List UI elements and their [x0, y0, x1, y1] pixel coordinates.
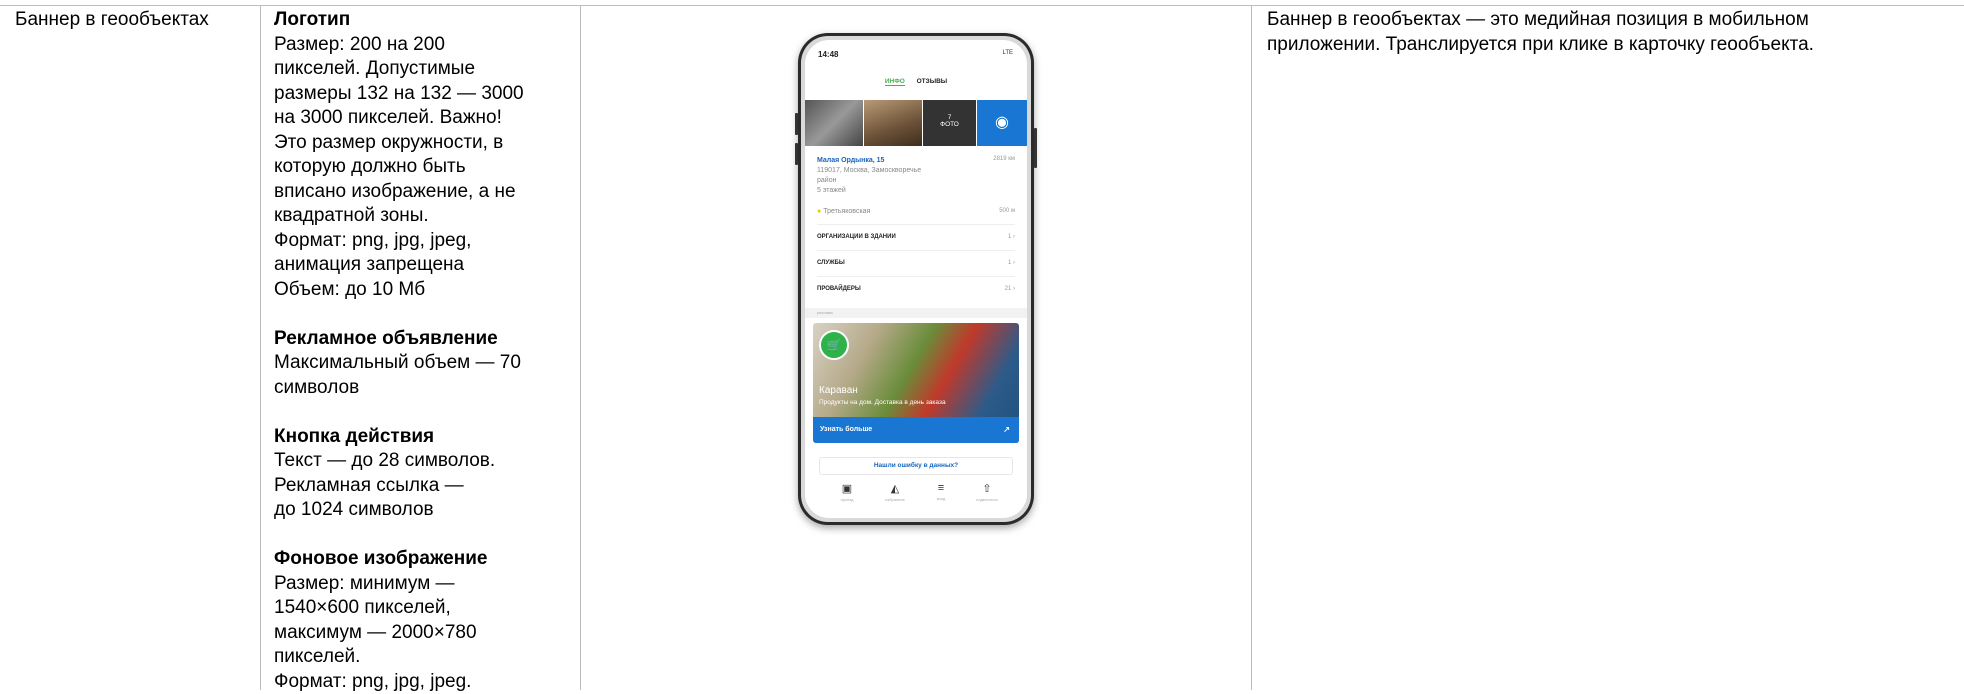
photo-label: ФОТО — [940, 121, 959, 128]
logo-line: квадратной зоны. — [274, 204, 524, 229]
description-cell: Баннер в геообъектах — это медийная пози… — [1267, 8, 1814, 57]
column-divider — [1251, 5, 1252, 690]
geo-banner[interactable]: 🛒 Караван Продукты на дом. Доставка в де… — [813, 323, 1019, 443]
external-link-icon: ↗ — [1003, 417, 1010, 443]
background-line: Размер: минимум — — [274, 572, 524, 597]
distance: 2819 км — [993, 156, 1015, 162]
requirements-cell: Логотип Размер: 200 на 200 пикселей. Доп… — [274, 8, 524, 694]
bottom-nav: ▣проезд ◭избранное ≡вход ⇧поделиться — [805, 482, 1027, 512]
column-divider — [580, 5, 581, 690]
spec-table: Баннер в геообъектах Логотип Размер: 200… — [0, 0, 1964, 690]
photo-strip[interactable]: 7ФОТО ◉ — [805, 100, 1027, 146]
address-line: 5 этажей — [817, 186, 921, 196]
description-line: Баннер в геообъектах — это медийная пози… — [1267, 8, 1814, 33]
phone-power-button — [1034, 128, 1037, 168]
phone-screen: 14:48 LTE ИНФО ОТЗЫВЫ 7ФОТО ◉ Малая Орды… — [805, 40, 1027, 518]
description-line: приложении. Транслируется при клике в ка… — [1267, 33, 1814, 58]
status-network: LTE — [1002, 50, 1013, 56]
photo-thumb[interactable] — [805, 100, 863, 146]
logo-line: Это размер окружности, в — [274, 131, 524, 156]
status-time: 14:48 — [818, 50, 838, 59]
photo-thumb[interactable] — [864, 100, 922, 146]
address-title: Малая Ордынка, 15 — [817, 156, 921, 166]
logo-heading: Логотип — [274, 8, 524, 33]
address-line: район — [817, 176, 921, 186]
metro-station: ● Третьяковская — [817, 208, 870, 215]
address-block: Малая Ордынка, 15 119017, Москва, Замоск… — [817, 156, 921, 196]
ad-text-line: символов — [274, 376, 524, 401]
list-item[interactable]: ПРОВАЙДЕРЫ21 › — [817, 276, 1015, 301]
login-icon[interactable]: ≡вход — [921, 482, 961, 501]
logo-line: Формат: png, jpg, jpeg, — [274, 229, 524, 254]
list-item[interactable]: ОРГАНИЗАЦИИ В ЗДАНИИ1 › — [817, 224, 1015, 249]
background-line: максимум — 2000×780 — [274, 621, 524, 646]
background-line: 1540×600 пикселей, — [274, 596, 524, 621]
background-heading: Фоновое изображение — [274, 547, 524, 572]
photo-count-tile[interactable]: 7ФОТО — [923, 100, 976, 146]
tab-info[interactable]: ИНФО — [885, 78, 905, 86]
logo-line: Размер: 200 на 200 — [274, 33, 524, 58]
background-line: пикселей. — [274, 645, 524, 670]
placement-name: Баннер в геообъектах — [15, 8, 209, 33]
action-button-line: Рекламная ссылка — — [274, 474, 524, 499]
share-icon[interactable]: ⇧поделиться — [967, 482, 1007, 502]
action-button-line: Текст — до 28 символов. — [274, 449, 524, 474]
banner-subtitle: Продукты на дом. Доставка в день заказа — [819, 399, 946, 406]
metro-distance: 500 м — [999, 208, 1015, 214]
cart-icon: 🛒 — [819, 330, 849, 360]
route-icon[interactable]: ▣проезд — [827, 482, 867, 502]
logo-line: которую должно быть — [274, 155, 524, 180]
logo-line: вписано изображение, а не — [274, 180, 524, 205]
bookmark-icon[interactable]: ◭избранное — [875, 482, 915, 502]
banner-title: Караван — [819, 385, 858, 396]
list-item[interactable]: СЛУЖБЫ1 › — [817, 250, 1015, 275]
address-line: 119017, Москва, Замоскворечье — [817, 166, 921, 176]
photo-count: 7 — [948, 114, 952, 121]
logo-line: Объем: до 10 Мб — [274, 278, 524, 303]
tab-reviews[interactable]: ОТЗЫВЫ — [917, 78, 948, 85]
report-error-button[interactable]: Нашли ошибку в данных? — [819, 457, 1013, 475]
action-button-line: до 1024 символов — [274, 498, 524, 523]
background-line: Формат: png, jpg, jpeg. — [274, 670, 524, 694]
ad-text-line: Максимальный объем — 70 — [274, 351, 524, 376]
ad-text-heading: Рекламное объявление — [274, 327, 524, 352]
action-button-heading: Кнопка действия — [274, 425, 524, 450]
phone-volume-button — [795, 113, 798, 135]
card-tabs: ИНФО ОТЗЫВЫ — [805, 78, 1027, 85]
logo-line: пикселей. Допустимые — [274, 57, 524, 82]
ad-mark: реклама — [805, 308, 1027, 318]
banner-cta-button[interactable]: Узнать больше↗ — [813, 417, 1019, 443]
phone-mockup: 14:48 LTE ИНФО ОТЗЫВЫ 7ФОТО ◉ Малая Орды… — [798, 33, 1034, 525]
phone-volume-button — [795, 143, 798, 165]
logo-line: анимация запрещена — [274, 253, 524, 278]
column-divider — [260, 5, 261, 690]
logo-line: на 3000 пикселей. Важно! — [274, 106, 524, 131]
metro-icon: ● — [817, 208, 821, 215]
table-top-border — [0, 5, 1964, 6]
add-photo-icon[interactable]: ◉ — [977, 100, 1027, 146]
logo-line: размеры 132 на 132 — 3000 — [274, 82, 524, 107]
